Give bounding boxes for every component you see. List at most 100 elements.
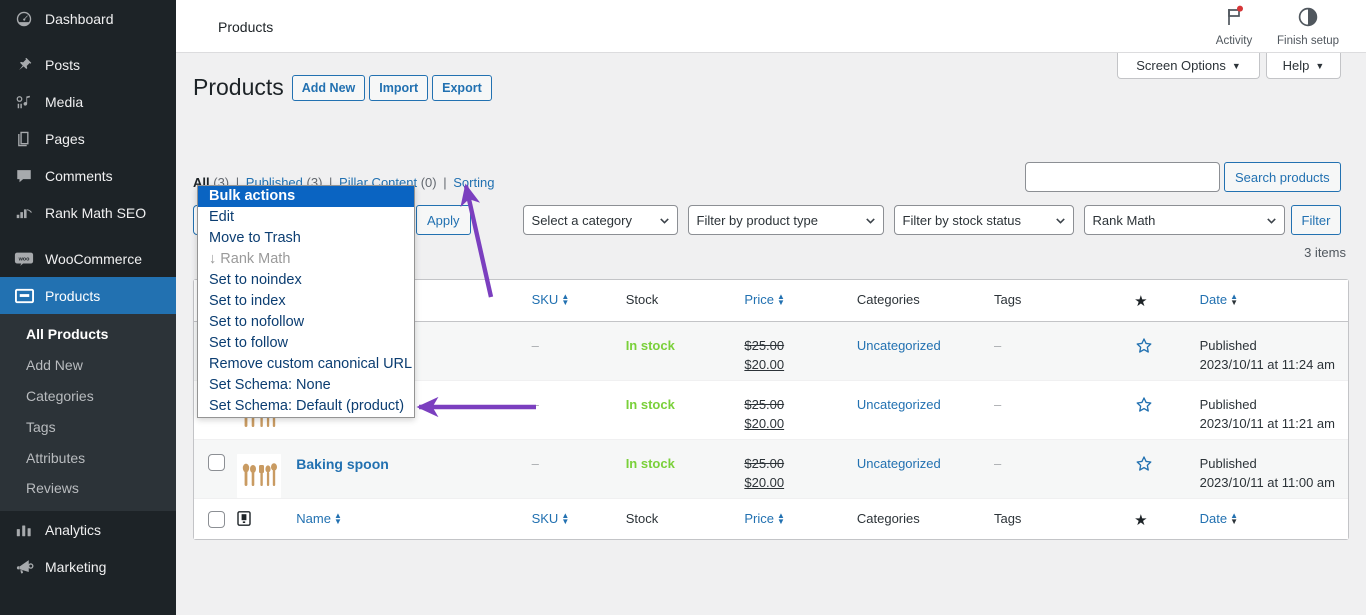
category-link[interactable]: Uncategorized xyxy=(857,338,941,353)
star-filled-icon: ★ xyxy=(1134,293,1148,310)
row-featured-cell[interactable] xyxy=(1134,439,1199,498)
row-select-cell xyxy=(194,439,237,498)
sku-value: – xyxy=(531,396,539,412)
column-footer-price[interactable]: Price ▲ ▼ xyxy=(744,498,857,539)
sidebar-item-all-products[interactable]: All Products xyxy=(0,319,176,350)
tags-value: – xyxy=(993,337,1002,353)
help-button[interactable]: Help ▼ xyxy=(1266,53,1341,79)
select-all-checkbox-footer[interactable] xyxy=(208,510,225,528)
sidebar-item-attributes[interactable]: Attributes xyxy=(0,443,176,474)
row-categories-cell[interactable]: Uncategorized xyxy=(857,380,994,439)
sidebar-divider xyxy=(0,231,176,240)
search-input[interactable] xyxy=(1025,162,1220,192)
table-foot: Name ▲ ▼ SKU ▲ ▼ Stock Price ▲ ▼ Categor… xyxy=(194,498,1348,539)
column-header-date[interactable]: Date ▲ ▼ xyxy=(1199,280,1348,321)
column-footer-name[interactable]: Name ▲ ▼ xyxy=(296,498,532,539)
category-filter-select[interactable]: Select a category xyxy=(522,205,678,235)
bulk-option-edit[interactable]: Edit xyxy=(198,207,414,228)
star-filled-icon: ★ xyxy=(1134,511,1148,529)
bulk-option-bulk-actions[interactable]: Bulk actions xyxy=(198,186,414,207)
sidebar-item-woocommerce[interactable]: woo WooCommerce xyxy=(0,240,176,277)
row-date-cell: Published 2023/10/11 at 11:00 am xyxy=(1200,439,1348,498)
sort-indicator-icon: ▲▼ xyxy=(1230,510,1238,526)
sidebar-item-products[interactable]: Products xyxy=(0,277,184,314)
rank-math-filter-select[interactable]: Rank Math xyxy=(1083,205,1285,235)
apply-button-top[interactable]: Apply xyxy=(416,205,471,235)
chevron-down-icon: ▼ xyxy=(1231,60,1241,71)
table-row[interactable]: Baking spoon – In stock $25.00 $20.00 Un… xyxy=(194,439,1348,498)
column-header-sku[interactable]: SKU ▲ ▼ xyxy=(531,280,626,321)
adminbar-activity-button[interactable]: Activity xyxy=(1198,5,1270,47)
bulk-actions-dropdown-list[interactable]: Bulk actions Edit Move to Trash ↓ Rank M… xyxy=(197,185,415,418)
row-tags-cell: – xyxy=(994,380,1134,439)
date-value: 2023/10/11 at 11:24 am xyxy=(1199,357,1335,372)
woo-icon: woo xyxy=(12,249,36,269)
search-products-button[interactable]: Search products xyxy=(1224,162,1341,192)
bulk-option-set-schema-default-product[interactable]: Set Schema: Default (product) xyxy=(198,396,414,417)
row-stock-cell: In stock xyxy=(626,321,745,380)
sidebar-item-categories[interactable]: Categories xyxy=(0,381,176,412)
bulk-option-set-to-index[interactable]: Set to index xyxy=(198,291,414,312)
column-footer-date[interactable]: Date ▲ ▼ xyxy=(1199,498,1348,539)
dashboard-icon xyxy=(12,9,36,29)
sidebar-item-dashboard[interactable]: Dashboard xyxy=(0,0,176,37)
product-name-link[interactable]: Baking spoon xyxy=(296,456,389,472)
product-type-filter-value: Filter by product type xyxy=(696,212,818,228)
adminbar-finish-setup-button[interactable]: Finish setup xyxy=(1272,5,1344,47)
product-type-filter-select[interactable]: Filter by product type xyxy=(687,205,884,235)
column-label: Tags xyxy=(993,292,1022,307)
sidebar-item-rank-math-seo[interactable]: Rank Math SEO xyxy=(0,194,176,231)
export-button[interactable]: Export xyxy=(432,74,492,101)
sidebar-item-label: Dashboard xyxy=(45,10,114,27)
row-featured-cell[interactable] xyxy=(1134,321,1199,380)
row-checkbox[interactable] xyxy=(208,453,225,471)
sidebar-item-reviews[interactable]: Reviews xyxy=(0,473,176,504)
sidebar-item-posts[interactable]: Posts xyxy=(0,46,176,83)
adminbar-activity-label: Activity xyxy=(1215,35,1253,47)
star-outline-icon[interactable] xyxy=(1134,455,1154,477)
row-price-cell: $25.00 $20.00 xyxy=(744,321,857,380)
bulk-option-set-to-follow[interactable]: Set to follow xyxy=(198,333,414,354)
row-categories-cell[interactable]: Uncategorized xyxy=(857,321,994,380)
bulk-option-set-schema-none[interactable]: Set Schema: None xyxy=(198,375,414,396)
category-link[interactable]: Uncategorized xyxy=(857,397,941,412)
row-stock-cell: In stock xyxy=(626,380,745,439)
import-button[interactable]: Import xyxy=(369,74,429,101)
stock-status-filter-select[interactable]: Filter by stock status xyxy=(893,205,1074,235)
sidebar-item-comments[interactable]: Comments xyxy=(0,157,176,194)
filter-button[interactable]: Filter xyxy=(1290,205,1342,235)
sidebar-item-pages[interactable]: Pages xyxy=(0,120,176,157)
page-title: Products xyxy=(193,74,284,100)
add-new-button[interactable]: Add New xyxy=(291,74,366,101)
row-categories-cell[interactable]: Uncategorized xyxy=(857,439,994,498)
sale-price: $20.00 xyxy=(744,475,785,490)
bulk-option-remove-canonical-url[interactable]: Remove custom canonical URL xyxy=(198,354,414,375)
adminbar-site-title[interactable]: Products xyxy=(218,19,273,35)
chevron-down-icon xyxy=(1265,214,1278,227)
setup-progress-icon xyxy=(1297,7,1319,33)
bulk-option-set-to-noindex[interactable]: Set to noindex xyxy=(198,270,414,291)
date-status: Published xyxy=(1199,455,1257,471)
filter-link-sorting[interactable]: Sorting xyxy=(453,175,494,190)
column-footer-sku[interactable]: SKU ▲ ▼ xyxy=(531,498,626,539)
screen-options-button[interactable]: Screen Options ▼ xyxy=(1117,53,1260,79)
date-value: 2023/10/11 at 11:00 am xyxy=(1199,475,1335,490)
sidebar-item-add-new[interactable]: Add New xyxy=(0,350,176,381)
sidebar-item-analytics[interactable]: Analytics xyxy=(0,511,176,548)
sidebar-divider xyxy=(0,37,176,46)
star-outline-icon[interactable] xyxy=(1134,396,1154,418)
bulk-option-set-to-nofollow[interactable]: Set to nofollow xyxy=(198,312,414,333)
star-outline-icon[interactable] xyxy=(1134,337,1154,359)
column-label: Date xyxy=(1199,292,1228,307)
sidebar-item-tags[interactable]: Tags xyxy=(0,412,176,443)
tags-value: – xyxy=(993,455,1002,471)
sidebar-item-media[interactable]: Media xyxy=(0,83,176,120)
column-header-price[interactable]: Price ▲ ▼ xyxy=(744,280,857,321)
sidebar-item-marketing[interactable]: Marketing xyxy=(0,548,176,585)
stock-status: In stock xyxy=(625,337,675,353)
chevron-down-icon xyxy=(658,214,671,227)
category-link[interactable]: Uncategorized xyxy=(857,456,941,471)
bulk-option-move-to-trash[interactable]: Move to Trash xyxy=(198,228,414,249)
row-featured-cell[interactable] xyxy=(1134,380,1199,439)
row-name-cell[interactable]: Baking spoon xyxy=(296,439,531,498)
